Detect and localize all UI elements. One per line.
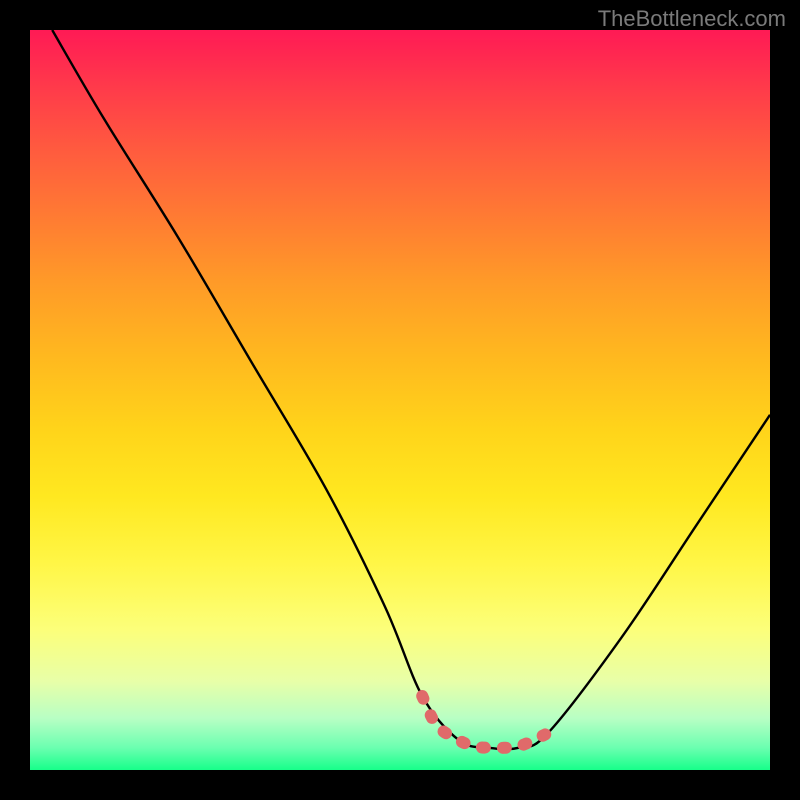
- watermark-text: TheBottleneck.com: [598, 6, 786, 32]
- chart-container: TheBottleneck.com: [0, 0, 800, 800]
- plot-area: [30, 30, 770, 770]
- bottleneck-curve: [52, 30, 770, 749]
- curve-svg: [30, 30, 770, 770]
